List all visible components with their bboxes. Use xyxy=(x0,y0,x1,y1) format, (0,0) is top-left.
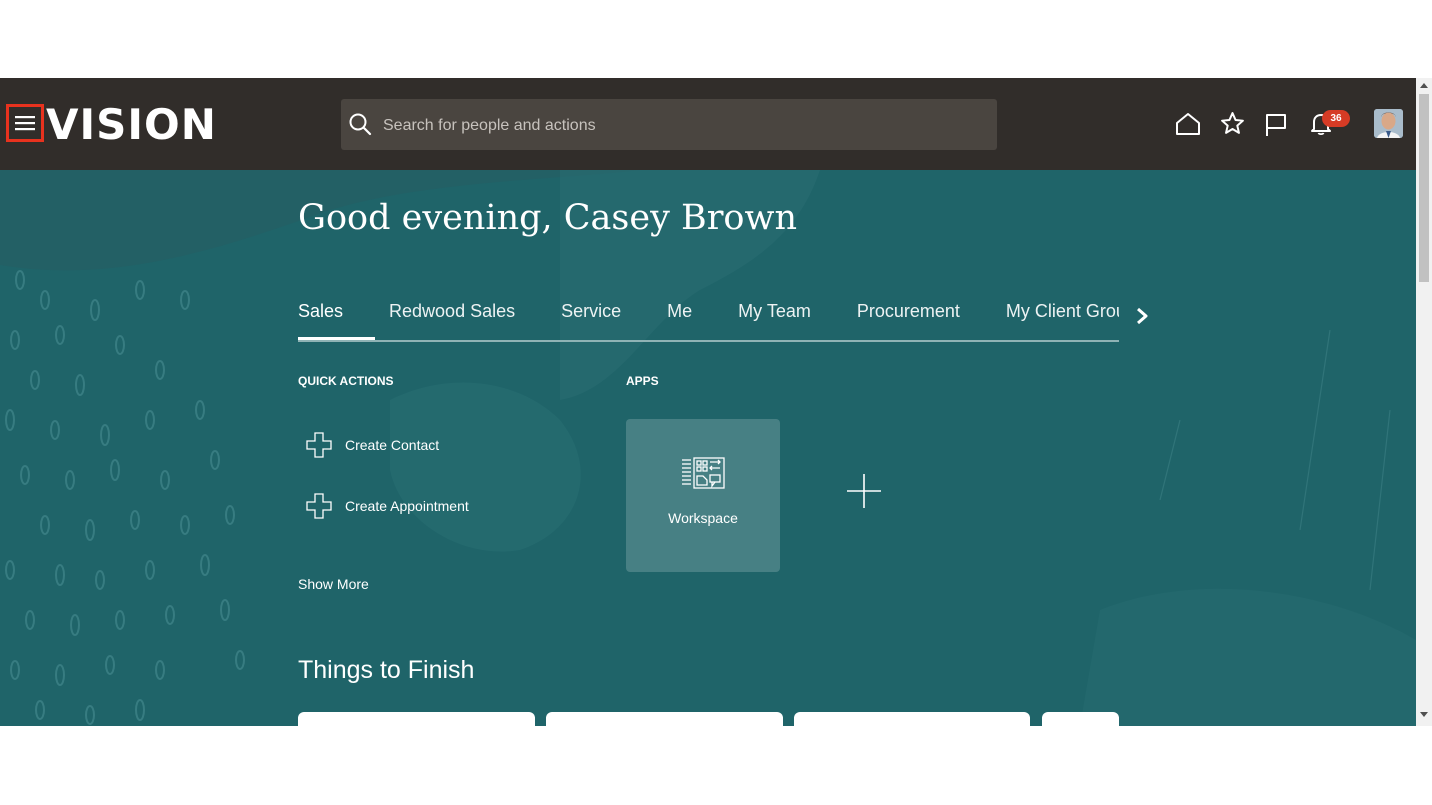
tab-procurement[interactable]: Procurement xyxy=(857,290,960,338)
tab-service[interactable]: Service xyxy=(561,290,621,338)
quick-action-create-contact[interactable]: Create Contact xyxy=(306,432,439,458)
home-icon[interactable] xyxy=(1175,112,1201,141)
tab-redwood-sales[interactable]: Redwood Sales xyxy=(389,290,515,338)
chevron-right-icon[interactable] xyxy=(1133,306,1151,331)
tab-bar: Sales Redwood Sales Service Me My Team Procur… xyxy=(298,290,1119,342)
task-card[interactable] xyxy=(1042,712,1119,726)
plus-outline-icon xyxy=(306,493,332,519)
tab-my-team[interactable]: My Team xyxy=(738,290,811,338)
search-input[interactable] xyxy=(381,99,985,152)
global-search[interactable] xyxy=(341,99,997,152)
scrollbar-thumb[interactable] xyxy=(1419,94,1429,282)
quick-action-label: Create Contact xyxy=(345,437,440,453)
avatar[interactable] xyxy=(1374,109,1403,138)
star-icon[interactable] xyxy=(1220,111,1245,141)
show-more-link[interactable]: Show More xyxy=(298,576,369,592)
things-to-finish-title: Things to Finish xyxy=(298,656,475,684)
tab-sales[interactable]: Sales xyxy=(298,290,376,340)
flag-icon[interactable] xyxy=(1265,113,1287,142)
search-icon xyxy=(348,112,372,141)
task-card[interactable] xyxy=(794,712,1030,726)
greeting-heading: Good evening, Casey Brown xyxy=(298,198,798,238)
hamburger-menu-icon[interactable] xyxy=(6,104,44,142)
apps-title: APPS xyxy=(626,374,659,388)
task-card[interactable] xyxy=(298,712,535,726)
page-scrollbar[interactable] xyxy=(1416,78,1432,726)
quick-actions-title: QUICK ACTIONS xyxy=(298,374,394,388)
scroll-down-icon[interactable] xyxy=(1420,712,1428,718)
scroll-up-icon[interactable] xyxy=(1420,82,1428,88)
app-tile-label: Workspace xyxy=(668,510,738,526)
app-tile-workspace[interactable]: Workspace xyxy=(626,419,780,572)
task-card[interactable] xyxy=(546,712,783,726)
plus-icon[interactable] xyxy=(846,473,882,514)
quick-action-create-appointment[interactable]: Create Appointment xyxy=(306,493,469,519)
quick-action-label: Create Appointment xyxy=(345,498,469,514)
browser-viewport: VISION Search for people and actions 36 … xyxy=(0,78,1432,726)
workspace-icon xyxy=(682,457,725,489)
global-header: VISION Search for people and actions 36 xyxy=(0,78,1416,170)
tab-my-client-groups[interactable]: My Client Grou xyxy=(1006,290,1119,338)
plus-outline-icon xyxy=(306,432,332,458)
vision-logo[interactable]: VISION xyxy=(46,100,217,150)
tab-me[interactable]: Me xyxy=(667,290,692,338)
notification-count-badge[interactable]: 36 xyxy=(1322,110,1350,127)
welcome-banner: Good evening, Casey Brown Sales Redwood S… xyxy=(0,170,1416,726)
